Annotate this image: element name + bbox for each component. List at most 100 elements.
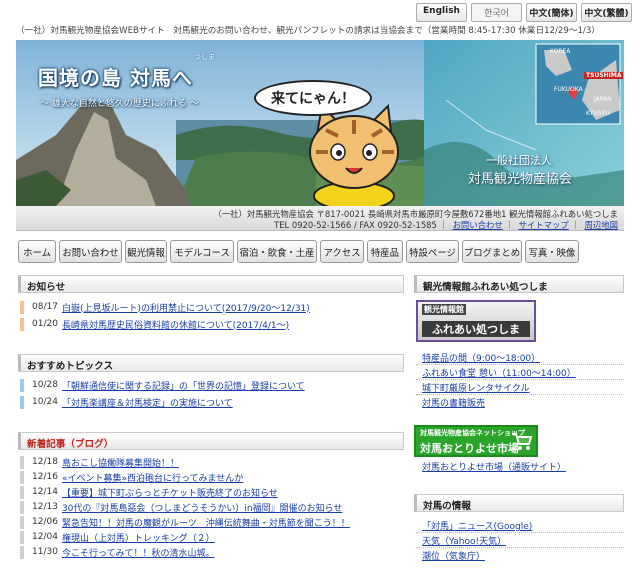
- map-label-japan: JAPAN: [594, 96, 612, 103]
- sidebar-link-tide[interactable]: 潮位（気象庁）: [422, 549, 485, 562]
- sep: ｜: [571, 220, 580, 230]
- item-date: 12/16: [32, 472, 58, 482]
- banner-subtitle: ～ 雄大な自然と悠久の歴史にふれる ～: [40, 99, 199, 109]
- mascot-speech-bubble: 来てにゃん！: [254, 80, 372, 116]
- item-link[interactable]: 白嶽(上見坂ルート)の利用禁止について(2017/9/20～12/31): [62, 301, 310, 314]
- sidebar-link-books[interactable]: 対馬の書籍販売: [422, 396, 485, 409]
- sep: ｜: [439, 220, 448, 230]
- divider: [416, 532, 624, 533]
- item-date: 10/28: [32, 380, 58, 390]
- list-item: 12/06 緊急告知！！対馬の魔観がルーツ 沖縄伝統舞曲・対馬節を聞こう！！: [20, 515, 350, 529]
- contact-line: TEL 0920-52-1566 / FAX 0920-52-1585 ｜ お問…: [274, 219, 618, 231]
- badge-caption: 対馬観光物産協会ネットショップ: [420, 429, 525, 437]
- list-item: 12/16 «イベント募集»西泊砲台に行ってみませんか: [20, 470, 243, 484]
- sitemap-link[interactable]: サイトマップ: [519, 220, 569, 230]
- nav-access[interactable]: アクセス: [320, 240, 364, 263]
- item-link[interactable]: 「朝鮮通信使に関する記録」の「世界の記憶」登録について: [62, 379, 305, 392]
- badge-title: 対馬おとりよせ市場: [420, 442, 519, 455]
- online-shop-banner[interactable]: 対馬観光物産協会ネットショップ 対馬おとりよせ市場: [414, 425, 538, 457]
- item-date: 08/17: [32, 302, 58, 312]
- item-link[interactable]: «イベント募集»西泊砲台に行ってみませんか: [62, 471, 243, 484]
- lang-english-button[interactable]: English: [416, 3, 467, 22]
- shopping-cart-icon: [512, 433, 533, 450]
- item-link[interactable]: 長崎県対馬歴史民俗資料館の休館について(2017/4/1～): [62, 318, 289, 331]
- topics-header: おすすめトピックス: [18, 354, 404, 372]
- item-date: 12/13: [32, 502, 58, 512]
- site-notice: （一社）対馬観光物産協会WEBサイト 対馬観光のお問い合わせ、観光パンフレットの…: [16, 26, 600, 36]
- item-date: 12/14: [32, 487, 58, 497]
- sidebar-link-cafeteria[interactable]: ふれあい食堂 憩い（11:00～14:00）: [422, 366, 576, 379]
- item-date: 12/06: [32, 517, 58, 527]
- contact-link[interactable]: お問い合わせ: [453, 220, 503, 230]
- banner-title-ruby: つしま: [194, 53, 215, 61]
- list-item: 01/20 長崎県対馬歴史民俗資料館の休館について(2017/4/1～): [20, 317, 289, 331]
- blog-marker: [20, 485, 24, 499]
- item-link[interactable]: 「対馬楽講座＆対馬検定」の実施について: [62, 396, 233, 409]
- tsushima-info-header: 対馬の情報: [414, 494, 624, 512]
- list-item: 12/18 島おこし協働隊募集開始！！: [20, 455, 179, 469]
- item-link[interactable]: 【重要】城下町ぶらっとチケット販売終了のお知らせ: [62, 486, 278, 499]
- item-link[interactable]: 権現山（上対馬）トレッキング（２）: [62, 531, 215, 544]
- nav-model-course[interactable]: モデルコース: [170, 240, 234, 263]
- lang-korean-button[interactable]: 한국어: [471, 3, 522, 22]
- item-date: 12/18: [32, 457, 58, 467]
- sidebar-link-rental-cycle[interactable]: 城下町厳原レンタサイクル: [422, 381, 530, 394]
- blog-marker: [20, 470, 24, 484]
- map-label-fukuoka: FUKUOKA: [554, 86, 583, 93]
- divider: [416, 379, 624, 380]
- info-center-banner[interactable]: 観光情報館 ふれあい処つしま: [416, 300, 536, 342]
- sidebar-link-specialty-room[interactable]: 特産品の間（9:00～18:00）: [422, 351, 540, 364]
- map-label-kyusyu: KYUSYU: [586, 110, 610, 117]
- lang-chinese-simplified-button[interactable]: 中文(簡体): [526, 3, 577, 22]
- sep: ｜: [505, 220, 514, 230]
- banner-title: 国境の島 対馬へ: [38, 66, 193, 90]
- nav-photo-video[interactable]: 写真・映像: [525, 240, 579, 263]
- topic-marker: [20, 378, 24, 392]
- divider: [416, 394, 624, 395]
- blog-marker: [20, 455, 24, 469]
- sidebar-link-news[interactable]: 「対馬」ニュース(Google): [422, 519, 532, 532]
- banner-org-name: 対馬観光物産協会: [468, 172, 573, 187]
- nav-tourism-info[interactable]: 観光情報: [125, 240, 167, 263]
- item-link[interactable]: 緊急告知！！対馬の魔観がルーツ 沖縄伝統舞曲・対馬節を聞こう！！: [62, 516, 350, 529]
- address-bar: （一社）対馬観光物産協会 〒817-0021 長崎県対馬市厳原町今屋敷672番地…: [16, 206, 624, 231]
- info-center-header: 観光情報館ふれあい処つしま: [414, 275, 624, 293]
- item-date: 10/24: [32, 397, 58, 407]
- list-item: 12/14 【重要】城下町ぶらっとチケット販売終了のお知らせ: [20, 485, 278, 499]
- lang-chinese-traditional-button[interactable]: 中文(繁體): [581, 3, 632, 22]
- divider: [416, 547, 624, 548]
- list-item: 10/28 「朝鮮通信使に関する記録」の「世界の記憶」登録について: [20, 378, 305, 392]
- nav-specialty[interactable]: 特産品: [367, 240, 403, 263]
- nav-blog-summary[interactable]: ブログまとめ: [462, 240, 522, 263]
- banner-org-type: 一般社団法人: [486, 154, 552, 167]
- item-link[interactable]: 島おこし協働隊募集開始！！: [62, 456, 179, 469]
- area-map-link[interactable]: 周辺地図: [585, 220, 619, 230]
- sidebar-link-weather[interactable]: 天気（Yahoo!天気）: [422, 534, 506, 547]
- tel-fax: TEL 0920-52-1566 / FAX 0920-52-1585: [274, 220, 437, 230]
- nav-lodging-food[interactable]: 宿泊・飲食・土産: [237, 240, 317, 263]
- list-item: 10/24 「対馬楽講座＆対馬検定」の実施について: [20, 395, 233, 409]
- badge-title: ふれあい処つしま: [422, 321, 530, 337]
- cat-mascot-illustration: [309, 103, 399, 206]
- topic-marker: [20, 395, 24, 409]
- item-link[interactable]: 今こそ行ってみて！！秋の清水山城。: [62, 546, 215, 559]
- list-item: 11/30 今こそ行ってみて！！秋の清水山城。: [20, 545, 215, 559]
- notice-marker: [20, 300, 24, 314]
- language-selector: English 한국어 中文(簡体) 中文(繁體): [416, 3, 632, 22]
- nav-home[interactable]: ホーム: [18, 240, 56, 263]
- nav-contact[interactable]: お問い合わせ: [59, 240, 122, 263]
- notice-marker: [20, 317, 24, 331]
- main-nav: ホーム お問い合わせ 観光情報 モデルコース 宿泊・飲食・土産 アクセス 特産品…: [18, 240, 579, 263]
- blog-header: 新着記事（ブログ）: [18, 432, 404, 450]
- nav-special-pages[interactable]: 特設ページ: [406, 240, 459, 263]
- item-date: 01/20: [32, 319, 58, 329]
- blog-marker: [20, 515, 24, 529]
- list-item: 08/17 白嶽(上見坂ルート)の利用禁止について(2017/9/20～12/3…: [20, 300, 310, 314]
- notices-header: お知らせ: [18, 275, 404, 293]
- sidebar-link-online-shop[interactable]: 対馬おとりよせ市場（通販サイト）: [422, 460, 566, 473]
- blog-marker: [20, 530, 24, 544]
- item-date: 12/04: [32, 532, 58, 542]
- map-label-tsushima: TSUSHIMA: [584, 72, 624, 79]
- item-link[interactable]: 30代の『対馬島惡会（つしまどうそうかい）in福岡』開催のお知らせ: [62, 501, 342, 514]
- blog-marker: [20, 545, 24, 559]
